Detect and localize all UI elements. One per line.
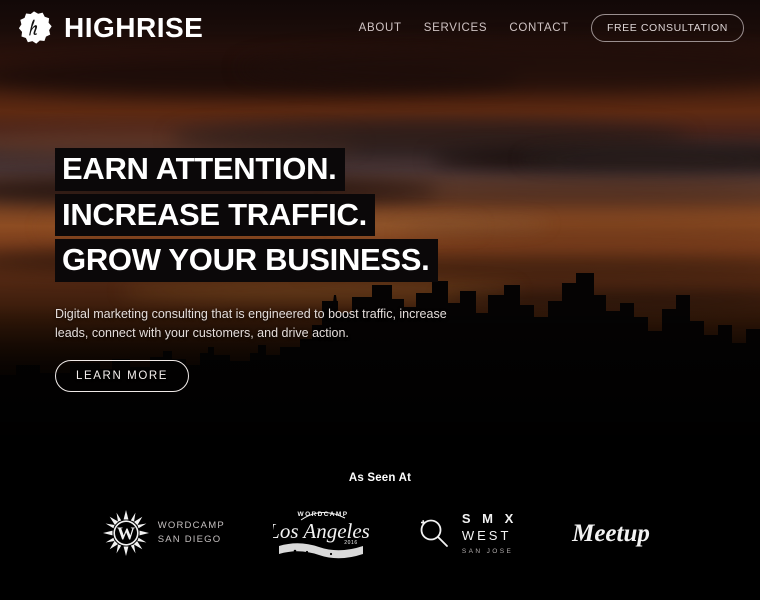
nav-item-contact[interactable]: CONTACT xyxy=(509,22,569,34)
brand-name: HIGHRISE xyxy=(64,12,204,43)
headline-line-3: GROW YOUR BUSINESS. xyxy=(55,239,438,282)
site-header: HIGHRISE ABOUT SERVICES CONTACT FREE CON… xyxy=(0,0,760,56)
smx-line3: SAN JOSE xyxy=(461,547,514,555)
wordcamp-san-diego-text: WORDCAMP SAN DIEGO xyxy=(158,519,225,548)
highrise-badge-icon xyxy=(18,11,52,44)
sunburst-w-icon: W xyxy=(102,510,149,556)
logo-strip: W WORDCAMP SAN DIEGO WORDCAMP Los Angele… xyxy=(0,504,760,562)
main-navigation: ABOUT SERVICES CONTACT FREE CONSULTATION xyxy=(359,14,744,42)
free-consultation-button[interactable]: FREE CONSULTATION xyxy=(590,14,744,42)
smx-west-logo[interactable]: S M X WEST SAN JOSE xyxy=(417,511,517,555)
brand-logo[interactable]: HIGHRISE xyxy=(16,10,203,46)
as-seen-at-section: As Seen At W WORDCAMP SAN DIEGO WORDCAMP… xyxy=(0,455,760,600)
wordcamp-san-diego-logo[interactable]: W WORDCAMP SAN DIEGO xyxy=(102,510,225,556)
landing-page: HIGHRISE ABOUT SERVICES CONTACT FREE CON… xyxy=(0,0,760,600)
meetup-logo[interactable]: Meetup xyxy=(565,513,657,553)
nav-item-about[interactable]: ABOUT xyxy=(359,22,402,34)
smx-line1: S M X xyxy=(461,511,518,527)
nav-item-services[interactable]: SERVICES xyxy=(424,22,488,34)
meetup-script-icon: Meetup xyxy=(571,520,650,547)
smx-line2: WEST xyxy=(461,527,512,543)
meetup-wordmark: Meetup xyxy=(571,520,650,547)
hero-subtitle: Digital marketing consulting that is eng… xyxy=(55,306,447,341)
wcsd-line2: SAN DIEGO xyxy=(157,534,222,545)
magnifying-glass-icon xyxy=(420,519,448,547)
headline-line-2: INCREASE TRAFFIC. xyxy=(55,193,375,237)
svg-text:W: W xyxy=(117,524,135,544)
wcla-line3: 2016 xyxy=(344,540,358,546)
learn-more-button[interactable]: LEARN MORE xyxy=(55,359,190,392)
wordcamp-los-angeles-logo[interactable]: WORDCAMP Los Angeles 2016 xyxy=(273,504,369,562)
wcla-line1: WORDCAMP xyxy=(297,511,348,518)
wcsd-line1: WORDCAMP xyxy=(157,519,225,531)
hero-content: EARN ATTENTION. INCREASE TRAFFIC. GROW Y… xyxy=(55,148,475,392)
script-banner-icon: WORDCAMP Los Angeles 2016 xyxy=(273,511,369,559)
as-seen-at-title: As Seen At xyxy=(348,472,412,484)
headline-line-1: EARN ATTENTION. xyxy=(55,148,345,191)
